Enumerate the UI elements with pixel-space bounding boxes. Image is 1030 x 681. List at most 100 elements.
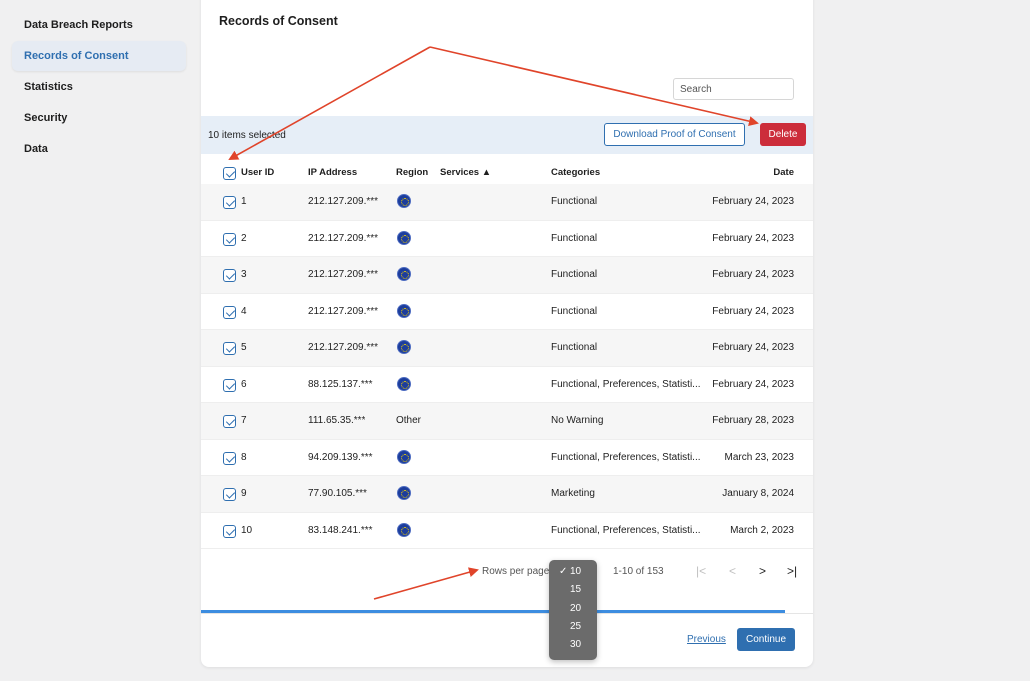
column-header-region[interactable]: Region — [396, 167, 428, 178]
cell-ip-address: 111.65.35.*** — [308, 415, 366, 426]
row-checkbox[interactable] — [223, 342, 236, 355]
cell-ip-address: 77.90.105.*** — [308, 488, 367, 499]
eu-flag-icon — [397, 376, 411, 391]
rows-option-15[interactable]: 15 — [549, 581, 597, 599]
cell-categories: Functional, Preferences, Statisti... — [551, 378, 701, 390]
cell-categories: Functional — [551, 269, 598, 280]
cell-ip-address: 83.148.241.*** — [308, 524, 373, 536]
first-page-button[interactable]: |< — [696, 563, 706, 579]
table-row[interactable]: 10 83.148.241.*** Functional, Preferences,… — [201, 513, 813, 549]
column-header-ip-address[interactable]: IP Address — [308, 167, 357, 178]
previous-link[interactable]: Previous — [687, 634, 726, 645]
row-checkbox[interactable] — [223, 378, 236, 392]
cell-categories: Functional — [551, 232, 598, 244]
eu-flag-icon — [397, 340, 411, 354]
table-row[interactable]: 6 88.125.137.*** Functional, Preferences, … — [201, 367, 813, 403]
rows-option-label: 20 — [570, 602, 582, 614]
sidebar-item-data[interactable]: Data — [12, 134, 186, 164]
row-checkbox[interactable] — [223, 524, 236, 538]
row-checkbox[interactable] — [223, 451, 236, 465]
cell-categories: Functional, Preferences, Statisti... — [551, 524, 701, 536]
table-row[interactable]: 2 212.127.209.*** Functional February 24, 2… — [201, 221, 813, 257]
table-row[interactable]: 4 212.127.209.*** Functional February 24, 2… — [201, 294, 813, 330]
rows-per-page-dropdown[interactable]: ✓ 10 15 20 25 30 — [549, 560, 597, 660]
cell-user-id: 2 — [241, 232, 247, 244]
cell-ip-address: 212.127.209.*** — [308, 232, 379, 244]
cell-date: February 24, 2023 — [712, 196, 794, 207]
cell-ip-address: 88.125.137.*** — [308, 378, 373, 390]
search-input[interactable] — [673, 78, 794, 100]
cell-categories: Functional — [551, 342, 598, 353]
rows-option-30[interactable]: 30 — [549, 636, 597, 654]
bulk-action-bar: 10 items selected Download Proof of Cons… — [201, 116, 813, 154]
table-row[interactable]: 5 212.127.209.*** Functional February 24, 2… — [201, 330, 813, 367]
column-header-categories[interactable]: Categories — [551, 167, 600, 178]
sidebar-item-data-breach-reports[interactable]: Data Breach Reports — [12, 10, 186, 40]
eu-flag-icon — [397, 303, 411, 318]
cell-user-id: 10 — [241, 524, 253, 536]
rows-option-label: 30 — [570, 639, 582, 651]
eu-flag-icon — [397, 267, 411, 281]
cell-ip-address: 212.127.209.*** — [308, 305, 379, 317]
sidebar-item-security[interactable]: Security — [12, 103, 186, 133]
cell-categories: Functional, Preferences, Statisti... — [551, 451, 701, 463]
cell-date: January 8, 2024 — [722, 488, 794, 499]
cell-user-id: 7 — [241, 415, 247, 426]
table-row[interactable]: 1 212.127.209.*** Functional February 24, 2… — [201, 184, 813, 221]
cell-categories: Functional — [551, 196, 598, 207]
row-checkbox[interactable] — [223, 305, 236, 319]
cell-region: Other — [396, 415, 422, 426]
table-row[interactable]: 9 77.90.105.*** Marketing January 8, 2024 — [201, 476, 813, 513]
select-all-checkbox[interactable] — [223, 167, 236, 180]
rows-option-label: 25 — [570, 620, 582, 632]
cell-date: February 24, 2023 — [712, 378, 794, 390]
next-page-button[interactable]: > — [759, 563, 766, 579]
rows-option-label: 15 — [570, 584, 582, 596]
column-header-services[interactable]: Services ▲ — [440, 167, 491, 178]
table-row[interactable]: 7 111.65.35.*** Other No Warning February 28… — [201, 403, 813, 440]
cell-categories: No Warning — [551, 415, 604, 426]
continue-button[interactable]: Continue — [737, 628, 795, 651]
row-checkbox[interactable] — [223, 415, 236, 428]
cell-date: March 2, 2023 — [730, 524, 794, 536]
cell-user-id: 5 — [241, 342, 247, 353]
check-icon: ✓ — [559, 566, 568, 577]
cell-ip-address: 94.209.139.*** — [308, 451, 373, 463]
sidebar-item-statistics[interactable]: Statistics — [12, 72, 186, 102]
row-checkbox[interactable] — [223, 488, 236, 501]
delete-button[interactable]: Delete — [760, 123, 806, 146]
cell-user-id: 8 — [241, 451, 247, 463]
sidebar-item-clipped — [24, 0, 84, 2]
download-proof-button[interactable]: Download Proof of Consent — [604, 123, 745, 146]
table-row[interactable]: 3 212.127.209.*** Functional February 24, 2… — [201, 257, 813, 294]
rows-option-25[interactable]: 25 — [549, 618, 597, 636]
sidebar-item-records-of-consent[interactable]: Records of Consent — [12, 41, 186, 71]
cell-date: February 28, 2023 — [712, 415, 794, 426]
cell-ip-address: 212.127.209.*** — [308, 342, 379, 353]
row-checkbox[interactable] — [223, 196, 236, 209]
eu-flag-icon — [397, 522, 411, 537]
cell-date: February 24, 2023 — [712, 305, 794, 317]
selection-count: 10 items selected — [208, 130, 286, 141]
column-header-user-id[interactable]: User ID — [241, 167, 274, 178]
cell-user-id: 4 — [241, 305, 247, 317]
cell-user-id: 6 — [241, 378, 247, 390]
cell-date: February 24, 2023 — [712, 269, 794, 280]
pagination-range: 1-10 of 153 — [613, 566, 664, 577]
rows-option-10[interactable]: ✓ 10 — [549, 563, 597, 581]
rows-option-20[interactable]: 20 — [549, 600, 597, 618]
footer-divider — [201, 613, 813, 614]
records-card: Records of Consent 10 items selected Dow… — [201, 0, 813, 667]
cell-user-id: 1 — [241, 196, 247, 207]
row-checkbox[interactable] — [223, 269, 236, 282]
column-header-date[interactable]: Date — [773, 167, 794, 178]
table-row[interactable]: 8 94.209.139.*** Functional, Preferences, … — [201, 440, 813, 476]
cell-ip-address: 212.127.209.*** — [308, 269, 379, 280]
last-page-button[interactable]: >| — [787, 563, 797, 579]
sidebar: Data Breach Reports Records of Consent Sta… — [0, 0, 200, 681]
cell-categories: Marketing — [551, 488, 595, 499]
row-checkbox[interactable] — [223, 232, 236, 246]
previous-page-button[interactable]: < — [729, 563, 736, 579]
cell-user-id: 9 — [241, 488, 247, 499]
page-title: Records of Consent — [219, 14, 338, 28]
